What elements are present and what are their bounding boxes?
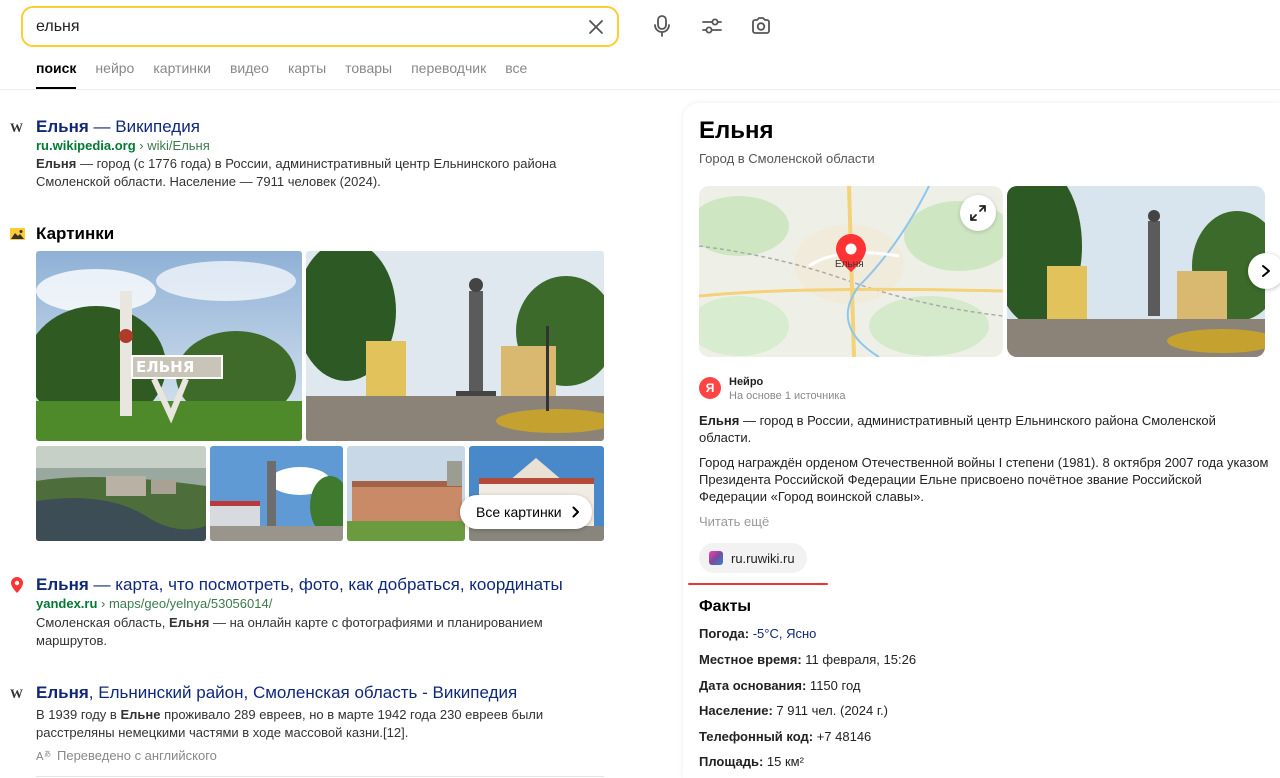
- entity-subtitle: Город в Смоленской области: [699, 151, 875, 166]
- wikipedia-icon: W: [10, 120, 23, 135]
- neuro-paragraph-2: Город награждён орденом Отечественной во…: [699, 455, 1269, 504]
- all-images-button[interactable]: Все картинки: [460, 495, 592, 529]
- fact-area: Площадь: 15 км²: [699, 754, 804, 769]
- tab-products[interactable]: товары: [345, 60, 392, 90]
- image-thumbnail[interactable]: [210, 446, 343, 541]
- fact-local-time: Местное время: 11 февраля, 15:26: [699, 652, 917, 667]
- ruwiki-logo-icon: [709, 551, 723, 565]
- neuro-name: Нейро: [729, 376, 764, 388]
- map-pin-icon: [835, 233, 867, 278]
- neuro-source-note: На основе 1 источника: [729, 390, 846, 402]
- camera-search-icon[interactable]: [748, 12, 774, 40]
- result-snippet: В 1939 году в Ельне проживало 289 евреев…: [36, 707, 544, 740]
- source-chip[interactable]: ru.ruwiki.ru: [699, 543, 807, 573]
- microphone-icon[interactable]: [649, 12, 675, 40]
- header: поиск нейро картинки видео карты товары …: [0, 0, 1280, 90]
- entity-title: Ельня: [699, 117, 774, 144]
- result-title[interactable]: Ельня — карта, что посмотреть, фото, как…: [36, 575, 563, 595]
- search-input[interactable]: [36, 17, 576, 37]
- entity-photo[interactable]: [1007, 186, 1265, 357]
- filters-icon[interactable]: [699, 12, 725, 40]
- svg-text:A: A: [36, 750, 44, 763]
- accent-divider: [688, 583, 828, 585]
- neuro-paragraph-1: Ельня — город в России, административный…: [699, 413, 1216, 445]
- read-more-link[interactable]: Читать ещё: [699, 514, 769, 529]
- expand-map-icon[interactable]: [960, 195, 996, 231]
- svg-text:ЕЛЬНЯ: ЕЛЬНЯ: [136, 358, 194, 376]
- neuro-logo-icon: Я: [699, 377, 721, 399]
- search-box[interactable]: [21, 6, 619, 47]
- image-thumbnail[interactable]: [306, 251, 604, 441]
- tab-search[interactable]: поиск: [36, 60, 77, 90]
- entity-panel: Ельня Город в Смоленской области Ельня Я…: [683, 103, 1280, 778]
- clear-icon[interactable]: [585, 16, 607, 38]
- result-url[interactable]: ru.wikipedia.org › wiki/Ельня: [36, 138, 210, 153]
- images-heading: Картинки: [36, 224, 115, 243]
- search-tabs: поиск нейро картинки видео карты товары …: [36, 60, 546, 90]
- image-thumbnail[interactable]: [347, 446, 465, 541]
- svg-text:あ: あ: [44, 750, 51, 758]
- chevron-right-icon: [572, 506, 579, 518]
- tab-neuro[interactable]: нейро: [95, 60, 134, 90]
- tab-all[interactable]: все: [505, 60, 527, 90]
- result-url[interactable]: yandex.ru › maps/geo/yelnya/53056014/: [36, 596, 272, 611]
- translated-note[interactable]: Aあ Переведено с английского: [36, 748, 217, 763]
- fact-founded: Дата основания: 1150 год: [699, 678, 861, 693]
- tab-images[interactable]: картинки: [153, 60, 211, 90]
- tab-video[interactable]: видео: [230, 60, 269, 90]
- image-thumbnail[interactable]: ЕЛЬНЯ: [36, 251, 302, 441]
- fact-population: Население: 7 911 чел. (2024 г.): [699, 703, 888, 718]
- map-preview[interactable]: Ельня: [699, 186, 1003, 357]
- image-icon: [10, 227, 25, 245]
- wikipedia-icon: W: [10, 686, 23, 701]
- tab-translator[interactable]: переводчик: [411, 60, 486, 90]
- result-snippet: Ельня — город (с 1776 года) в России, ад…: [36, 156, 557, 189]
- result-title[interactable]: Ельня — Википедия: [36, 117, 200, 137]
- image-thumbnail[interactable]: [36, 446, 206, 541]
- result-snippet: Смоленская область, Ельня — на онлайн ка…: [36, 615, 543, 648]
- result-title[interactable]: Ельня, Ельнинский район, Смоленская обла…: [36, 683, 517, 703]
- facts-heading: Факты: [699, 598, 752, 615]
- chevron-right-icon[interactable]: [1248, 253, 1280, 289]
- fact-phone-code: Телефонный код: +7 48146: [699, 729, 872, 744]
- map-city-label: Ельня: [835, 259, 864, 270]
- divider: [36, 776, 604, 777]
- map-pin-icon: [11, 577, 23, 598]
- tab-maps[interactable]: карты: [288, 60, 326, 90]
- translate-icon: Aあ: [36, 750, 51, 763]
- fact-weather: Погода: -5°C, Ясно: [699, 626, 817, 641]
